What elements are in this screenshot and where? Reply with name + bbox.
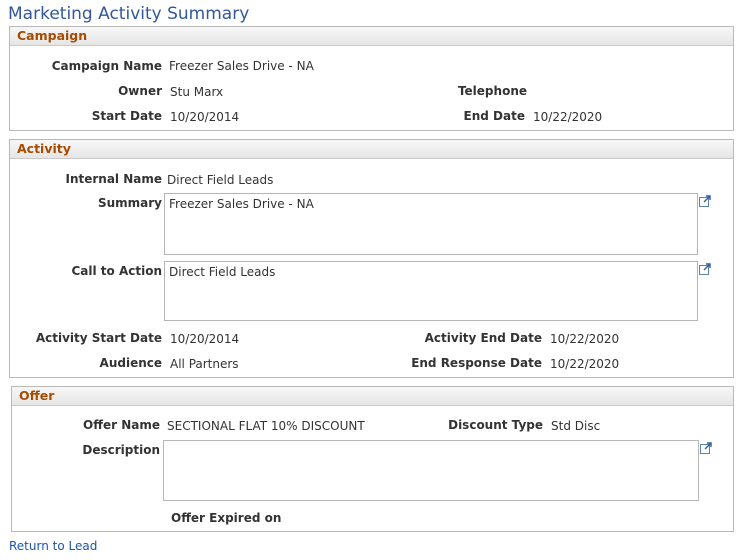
offer-name-value: SECTIONAL FLAT 10% DISCOUNT	[167, 419, 365, 433]
description-label: Description	[82, 443, 160, 457]
discount-type-label: Discount Type	[448, 418, 543, 432]
end-date-label: End Date	[463, 109, 525, 123]
start-date-value: 10/20/2014	[170, 110, 240, 124]
summary-label: Summary	[97, 196, 162, 210]
offer-name-label: Offer Name	[83, 418, 160, 432]
campaign-name-label: Campaign Name	[51, 59, 162, 73]
call-to-action-label: Call to Action	[71, 264, 162, 278]
audience-value: All Partners	[170, 357, 239, 371]
expand-field-icon[interactable]	[698, 194, 712, 208]
expand-field-icon[interactable]	[699, 441, 713, 455]
description-textarea[interactable]	[163, 440, 699, 501]
start-date-label: Start Date	[91, 109, 162, 123]
expand-field-icon[interactable]	[698, 262, 712, 276]
discount-type-value: Std Disc	[551, 419, 601, 433]
internal-name-value: Direct Field Leads	[167, 173, 274, 187]
activity-section-header: Activity	[10, 140, 733, 159]
offer-expired-label: Offer Expired on	[171, 511, 282, 525]
owner-value: Stu Marx	[170, 85, 224, 99]
activity-end-date-value: 10/22/2020	[550, 332, 620, 346]
activity-start-date-value: 10/20/2014	[170, 332, 240, 346]
page-title: Marketing Activity Summary	[8, 4, 250, 24]
end-response-date-label: End Response Date	[411, 356, 542, 370]
owner-label: Owner	[118, 84, 162, 98]
internal-name-label: Internal Name	[65, 172, 162, 186]
end-date-value: 10/22/2020	[533, 110, 603, 124]
telephone-label: Telephone	[457, 84, 527, 98]
activity-start-date-label: Activity Start Date	[35, 331, 162, 345]
end-response-date-value: 10/22/2020	[550, 357, 620, 371]
campaign-section-header: Campaign	[10, 27, 733, 46]
activity-end-date-label: Activity End Date	[424, 331, 542, 345]
return-to-lead-link[interactable]: Return to Lead	[9, 539, 97, 553]
summary-textarea[interactable]: Freezer Sales Drive - NA	[164, 193, 698, 255]
offer-section-header: Offer	[12, 387, 733, 406]
audience-label: Audience	[99, 356, 162, 370]
call-to-action-textarea[interactable]: Direct Field Leads	[164, 261, 698, 321]
campaign-name-value: Freezer Sales Drive - NA	[169, 59, 314, 73]
